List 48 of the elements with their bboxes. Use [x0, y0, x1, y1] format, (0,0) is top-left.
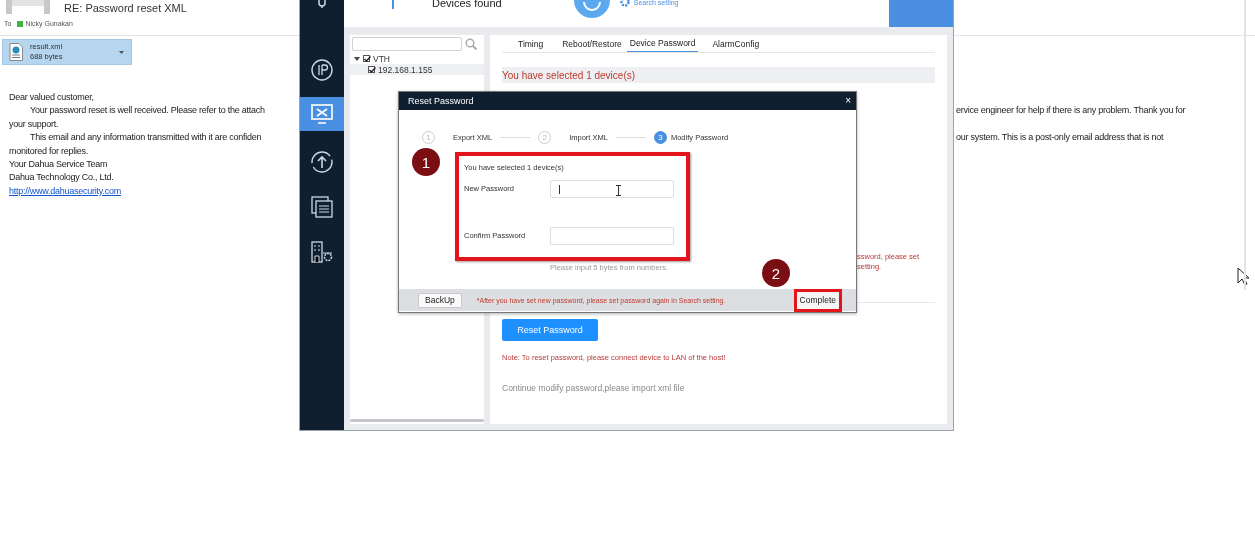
microphone-icon	[315, 0, 329, 8]
tab[interactable]: Device Password	[626, 38, 699, 52]
selection-text: You have selected 1 device(s)	[502, 69, 636, 81]
info-text: Continue modify password,please import xml file	[502, 383, 686, 393]
text-cursor-icon	[616, 185, 621, 196]
mouse-pointer-icon	[1237, 267, 1249, 286]
scrollbar[interactable]	[350, 419, 484, 422]
tab[interactable]: Timing	[515, 39, 547, 52]
presence-icon	[17, 20, 24, 27]
devices-found-title: Devices found	[432, 0, 502, 9]
email-text: Dear valued customer,	[9, 91, 94, 104]
tab[interactable]: AlarmConfig	[709, 39, 763, 52]
accent-bar	[392, 0, 394, 9]
circular-upload-icon	[311, 151, 333, 173]
tab[interactable]: Reboot/Restore	[559, 39, 625, 52]
backup-button[interactable]: BackUp	[418, 292, 462, 308]
tree-item[interactable]: VTH	[350, 53, 484, 64]
email-subject: RE: Password reset XML	[64, 2, 187, 14]
gear-icon	[618, 0, 631, 8]
dialog-title: Reset Password	[408, 96, 474, 106]
monitor-tools-icon	[311, 103, 333, 125]
search-icon	[465, 38, 477, 50]
tree-item[interactable]: 192.168.1.155	[350, 64, 484, 75]
password-field[interactable]	[550, 180, 674, 198]
building-gear-icon	[311, 241, 333, 263]
email-text: our system. This is a post-only email address that is not	[956, 131, 1164, 145]
xml-file-icon	[9, 43, 23, 61]
circle-letters-icon	[311, 59, 333, 81]
checkbox[interactable]	[368, 66, 375, 73]
email-text: Your Dahua Service Team	[9, 157, 108, 171]
email-text: Dahua Technology Co., Ltd.	[9, 171, 114, 185]
checkbox[interactable]	[363, 55, 370, 62]
email-text: your support.	[9, 117, 59, 131]
email-text: Your password reset is well received. Please refer to the attach	[29, 104, 265, 118]
step-marker: 1	[412, 148, 440, 176]
close-button[interactable]: ×	[845, 96, 851, 106]
stacked-windows-icon	[311, 196, 333, 218]
website-link[interactable]: http://www.dahuasecurity.com	[9, 184, 121, 199]
caret-icon	[119, 50, 124, 54]
email-text: This email and any information transmitted with it are confiden	[29, 131, 262, 145]
step-marker: 2	[762, 259, 790, 287]
email-text: ervice engineer for help if there is any problem. Thank you for	[956, 104, 1186, 118]
password-field[interactable]	[550, 227, 674, 245]
complete-button[interactable]: Complete	[796, 291, 839, 309]
step-number: 3	[653, 131, 667, 144]
text-caret	[559, 185, 560, 194]
email-text: monitored for replies.	[9, 144, 89, 158]
search-field[interactable]	[352, 37, 462, 51]
